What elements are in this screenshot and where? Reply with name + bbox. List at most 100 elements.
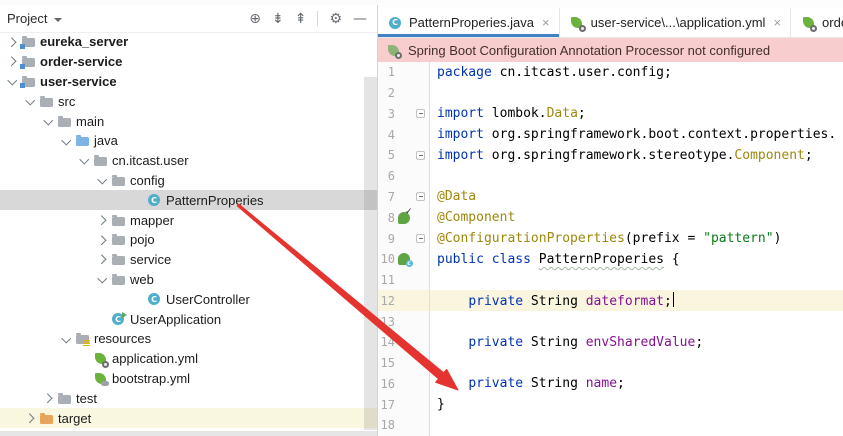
fold-slot [412, 166, 429, 187]
tree-item-target[interactable]: target [0, 408, 377, 428]
tree-item-order-service[interactable]: order-service [0, 52, 377, 72]
expand-all-icon[interactable]: ⇟ [272, 12, 284, 26]
code-line-11[interactable]: 11 [378, 270, 843, 291]
tree-item-test[interactable]: test [0, 388, 377, 408]
tree-item-java[interactable]: java [0, 131, 377, 151]
chevron-expanded-icon[interactable] [7, 75, 17, 86]
tree-item-user-service[interactable]: user-service [0, 72, 377, 92]
project-tree-scrollbar[interactable] [364, 77, 377, 430]
fold-marker-icon[interactable] [416, 234, 425, 243]
tree-item-cn-itcast-user[interactable]: cn.itcast.user [0, 151, 377, 171]
package-folder-icon [110, 271, 126, 287]
chevron-collapsed-icon[interactable] [96, 255, 106, 265]
code-line-3[interactable]: 3 import lombok.Data; [378, 104, 843, 125]
code-line-8[interactable]: 8 @Component [378, 207, 843, 228]
tab-label: order-service [822, 15, 843, 30]
tree-item-mapper[interactable]: mapper [0, 210, 377, 230]
tree-item-bootstrap-yml[interactable]: bootstrap.yml [0, 369, 377, 389]
code-line-14[interactable]: 14 private String envSharedValue; [378, 332, 843, 353]
chevron-expanded-icon[interactable] [97, 273, 107, 284]
chevron-collapsed-icon[interactable] [42, 393, 52, 403]
fold-slot [412, 228, 429, 249]
code-line-16[interactable]: 16 private String name; [378, 373, 843, 394]
chevron-expanded-icon[interactable] [97, 174, 107, 185]
code-text: import org.springframework.stereotype.Co… [437, 147, 813, 163]
close-icon[interactable]: × [773, 16, 781, 29]
hide-panel-icon[interactable]: — [353, 12, 367, 26]
tree-item-label: UserApplication [130, 311, 222, 327]
code-line-9[interactable]: 9 @ConfigurationProperties(prefix = "patt… [378, 228, 843, 249]
tab-patternproperies-java[interactable]: PatternProperies.java × [378, 8, 560, 37]
code-line-5[interactable]: 5 import org.springframework.stereotype.C… [378, 145, 843, 166]
chevron-slot [94, 212, 110, 228]
chevron-expanded-icon[interactable] [61, 333, 71, 343]
tree-item-application-yml[interactable]: application.yml [0, 349, 377, 369]
tree-item-pojo[interactable]: pojo [0, 230, 377, 250]
code-text: private String envSharedValue; [468, 334, 704, 350]
tree-item-config[interactable]: config [0, 171, 377, 191]
sources-folder-icon [74, 133, 90, 149]
tree-item-label: test [76, 390, 97, 406]
tree-item-eureka-server[interactable]: eureka_server [0, 32, 377, 52]
tree-item-userapplication[interactable]: UserApplication [0, 309, 377, 329]
chevron-down-icon[interactable] [54, 17, 63, 22]
tree-item-src[interactable]: src [0, 91, 377, 111]
code-line-10[interactable]: 10 public class PatternProperies { [378, 249, 843, 270]
tree-item-patternproperies[interactable]: PatternProperies [0, 190, 377, 211]
tree-item-service[interactable]: service [0, 250, 377, 270]
editor-tab-bar: PatternProperies.java × user-service\...… [378, 8, 843, 38]
code-line-4[interactable]: 4 import org.springframework.boot.context… [378, 124, 843, 145]
code-editor: 1 package cn.itcast.user.config; 2 3 import … [378, 62, 843, 436]
tree-item-label: PatternProperies [166, 192, 264, 208]
code-line-13[interactable]: 13 [378, 311, 843, 332]
chevron-slot [94, 232, 110, 248]
chevron-expanded-icon[interactable] [25, 95, 35, 105]
code-line-2[interactable]: 2 [378, 83, 843, 104]
fold-marker-icon[interactable] [416, 150, 425, 160]
code-line-15[interactable]: 15 [378, 353, 843, 374]
spring-bean-class-gutter-icon[interactable] [397, 253, 413, 268]
close-icon[interactable]: × [542, 16, 550, 29]
chevron-expanded-icon[interactable] [43, 115, 53, 125]
line-number: 12 [380, 293, 395, 308]
tab-order-service[interactable]: order-service [791, 8, 843, 37]
ide-window: Project ⊕ ⇟ ⇞ ⚙ — eureka_server order-service… [0, 0, 843, 436]
chevron-collapsed-icon[interactable] [24, 413, 34, 423]
tabbar-spacer [378, 0, 843, 8]
fold-slot [412, 290, 429, 311]
code-line-1[interactable]: 1 package cn.itcast.user.config; [378, 62, 843, 83]
package-folder-icon [110, 252, 126, 268]
code-line-18[interactable]: 18 [378, 415, 843, 436]
code-line-17[interactable]: 17} [378, 394, 843, 415]
tree-item-resources[interactable]: resources [0, 329, 377, 349]
fold-slot [412, 145, 429, 166]
project-tree-horizontal-scrollbar[interactable] [0, 431, 377, 436]
tab-application-yml[interactable]: user-service\...\application.yml × [560, 8, 792, 37]
fold-marker-icon[interactable] [416, 109, 425, 119]
chevron-collapsed-icon[interactable] [6, 37, 16, 47]
spring-bean-gutter-icon[interactable] [397, 207, 413, 224]
chevron-slot [22, 93, 38, 109]
chevron-expanded-icon[interactable] [61, 135, 71, 145]
tree-item-usercontroller[interactable]: UserController [0, 289, 377, 309]
settings-gear-icon[interactable]: ⚙ [329, 12, 342, 26]
code-line-7[interactable]: 7 @Data [378, 187, 843, 208]
tree-item-web[interactable]: web [0, 270, 377, 290]
code-line-12[interactable]: 12 private String dateformat; [378, 290, 843, 312]
code-line-6[interactable]: 6 [378, 166, 843, 187]
chevron-expanded-icon[interactable] [79, 155, 89, 165]
chevron-collapsed-icon[interactable] [96, 235, 106, 245]
spring-config-file-icon [800, 15, 818, 32]
fold-marker-icon[interactable] [416, 192, 425, 202]
tree-item-main[interactable]: main [0, 111, 377, 131]
chevron-collapsed-icon[interactable] [6, 57, 16, 67]
collapse-all-icon[interactable]: ⇞ [295, 12, 307, 26]
tree-item-label: bootstrap.yml [112, 370, 191, 386]
gutter-icon-slot [395, 166, 412, 187]
locate-file-icon[interactable]: ⊕ [249, 12, 261, 26]
gutter-icon-slot [395, 311, 412, 332]
project-panel-title[interactable]: Project [7, 11, 47, 26]
gutter-divider [429, 62, 430, 436]
code-text: private String dateformat; [437, 292, 675, 309]
chevron-collapsed-icon[interactable] [96, 215, 106, 225]
